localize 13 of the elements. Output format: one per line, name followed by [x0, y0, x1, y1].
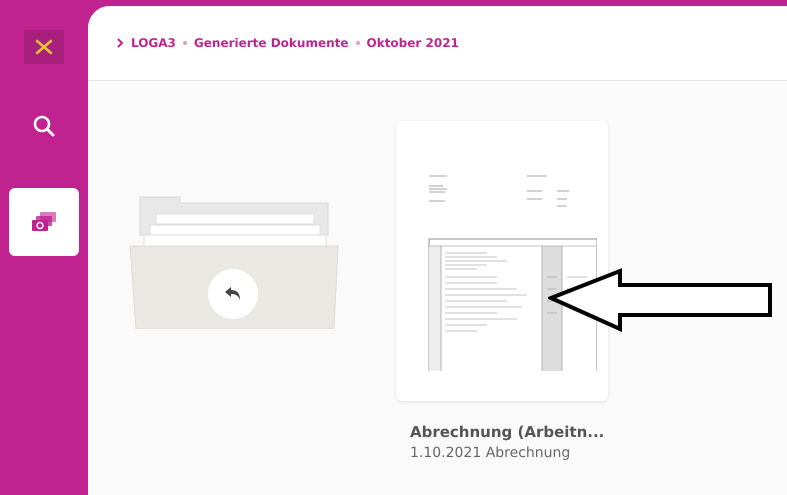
breadcrumb-link[interactable]: Oktober 2021	[366, 36, 459, 50]
separator-dot	[356, 41, 360, 45]
document-title: Abrechnung (Arbeitn...	[409, 423, 606, 441]
logo-icon[interactable]	[24, 30, 64, 64]
chevron-icon	[116, 38, 124, 48]
reply-arrow-icon	[224, 286, 242, 302]
search-icon	[32, 114, 56, 138]
breadcrumb-link[interactable]: LOGA3	[131, 36, 176, 50]
banknotes-icon	[30, 211, 58, 233]
separator-dot	[182, 41, 187, 45]
documents-button[interactable]	[9, 188, 79, 256]
breadcrumb-link[interactable]: Generierte Dokumente	[194, 36, 349, 50]
document-subtitle: 1.10.2021 Abrechnung	[409, 445, 572, 461]
